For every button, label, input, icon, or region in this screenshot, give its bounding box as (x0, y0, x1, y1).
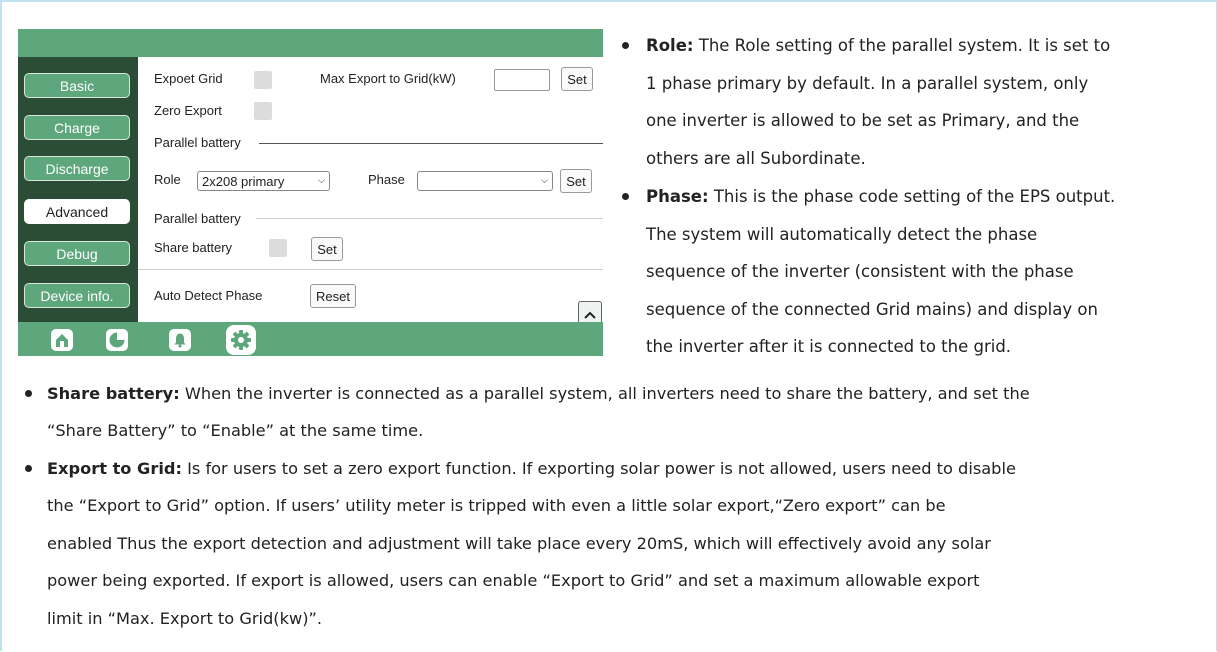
phase-line-1: Phase: This is the phase code setting of… (646, 187, 1116, 206)
pie-chart-icon[interactable] (106, 329, 128, 351)
parallel-battery-heading-2: Parallel battery (154, 211, 241, 226)
bullet-dot (622, 42, 629, 49)
phase-line-4: sequence of the connected Grid mains) an… (646, 300, 1098, 319)
phase-select[interactable]: ⌵ (417, 171, 553, 191)
sidebar-item-debug[interactable]: Debug (24, 241, 130, 266)
max-export-label: Max Export to Grid(kW) (320, 71, 456, 86)
export-line-3: enabled Thus the export detection and ad… (47, 534, 991, 553)
sidebar-item-advanced[interactable]: Advanced (24, 199, 130, 224)
role-line-1: Role: The Role setting of the parallel s… (646, 36, 1111, 55)
top-bar (18, 29, 603, 57)
phase-set-button[interactable]: Set (560, 169, 592, 193)
share-battery-label: Share battery (154, 240, 233, 255)
share-battery-checkbox[interactable] (269, 239, 287, 257)
chevron-down-icon: ⌵ (318, 175, 325, 185)
gear-icon[interactable] (226, 325, 256, 355)
home-icon[interactable] (51, 329, 73, 351)
sidebar: Basic Charge Discharge Advanced Debug De… (18, 57, 138, 322)
role-line-2: 1 phase primary by default. In a paralle… (646, 74, 1089, 93)
phase-line-2: The system will automatically detect the… (646, 225, 1038, 244)
role-term: Role: (646, 36, 694, 55)
bullet-dot (25, 390, 32, 397)
expoet-grid-label: Expoet Grid (154, 71, 223, 86)
phase-label: Phase (368, 172, 405, 187)
section-divider (256, 218, 603, 219)
bullet-dot (25, 465, 32, 472)
auto-detect-phase-label: Auto Detect Phase (154, 288, 263, 303)
chevron-down-icon: ⌵ (541, 175, 548, 185)
role-label: Role (154, 172, 181, 187)
export-line-5: limit in “Max. Export to Grid(kw)”. (47, 609, 323, 628)
phase-term: Phase: (646, 187, 709, 206)
bell-icon[interactable] (169, 329, 191, 351)
role-line-3: one inverter is allowed to be set as Pri… (646, 111, 1080, 130)
role-select[interactable]: 2x208 primary ⌵ (197, 171, 330, 191)
zero-export-checkbox[interactable] (254, 102, 272, 120)
section-divider (138, 269, 603, 270)
export-term: Export to Grid: (47, 459, 182, 478)
inverter-screen: Basic Charge Discharge Advanced Debug De… (18, 29, 603, 356)
chevron-up-icon (584, 311, 596, 319)
share-battery-set-button[interactable]: Set (311, 237, 343, 261)
share-line-2: “Share Battery” to “Enable” at the same … (47, 421, 424, 440)
sidebar-item-discharge[interactable]: Discharge (24, 156, 130, 181)
export-line-2: the “Export to Grid” option. If users’ u… (47, 496, 946, 515)
expoet-grid-checkbox[interactable] (254, 71, 272, 89)
section-divider (259, 143, 603, 144)
sidebar-item-basic[interactable]: Basic (24, 73, 130, 98)
export-line-1: Export to Grid: Is for users to set a ze… (47, 459, 1016, 478)
advanced-settings-panel: Expoet Grid Max Export to Grid(kW) Set Z… (138, 57, 603, 329)
role-select-value: 2x208 primary (202, 173, 285, 189)
share-line-1: Share battery: When the inverter is conn… (47, 384, 1030, 403)
bottom-bullets: Share battery: When the inverter is conn… (22, 378, 1212, 648)
sidebar-item-charge[interactable]: Charge (24, 115, 130, 140)
sidebar-item-device-info[interactable]: Device info. (24, 283, 130, 308)
max-export-set-button[interactable]: Set (561, 67, 593, 91)
share-term: Share battery: (47, 384, 180, 403)
parallel-battery-heading: Parallel battery (154, 135, 241, 150)
phase-line-3: sequence of the inverter (consistent wit… (646, 262, 1074, 281)
reset-button[interactable]: Reset (310, 284, 356, 308)
role-line-4: others are all Subordinate. (646, 149, 866, 168)
phase-line-5: the inverter after it is connected to th… (646, 337, 1012, 356)
bullet-dot (622, 193, 629, 200)
export-line-4: power being exported. If export is allow… (47, 571, 980, 590)
right-bullets: Role: The Role setting of the parallel s… (619, 30, 1209, 360)
bottom-nav-bar (18, 322, 603, 356)
max-export-input[interactable] (494, 69, 550, 91)
zero-export-label: Zero Export (154, 103, 222, 118)
